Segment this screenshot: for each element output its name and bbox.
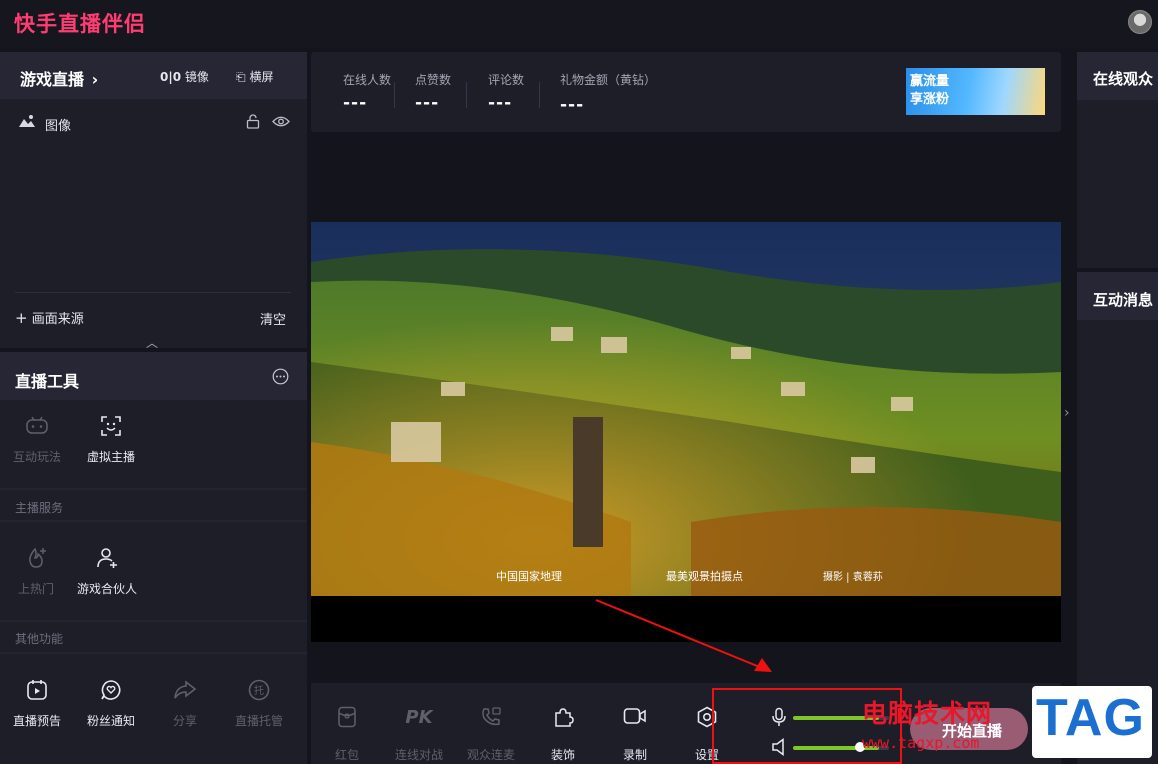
plus-icon: + (15, 309, 28, 327)
stat-value-online: --- (343, 93, 368, 113)
stat-label-likes: 点赞数 (415, 73, 452, 87)
tool-label: 虚拟主播 (86, 450, 135, 464)
avatar[interactable] (1128, 10, 1152, 34)
lock-icon[interactable] (246, 114, 260, 133)
stat-value-gifts: --- (560, 95, 585, 115)
tool-share[interactable]: 分享 (149, 678, 221, 729)
section-divider (0, 620, 307, 622)
section-title-anchor-services: 主播服务 (15, 501, 64, 515)
expand-right-chevron-icon[interactable]: › (1064, 405, 1070, 421)
promo-banner-text: 赢流量 享涨粉 (910, 73, 966, 109)
red-packet-icon (319, 706, 375, 730)
title-bar (0, 0, 1158, 48)
annotation-arrow (590, 596, 780, 680)
mirror-icon: 0|0 (160, 70, 182, 84)
add-source-button[interactable]: + 画面来源 (15, 308, 84, 327)
image-layer-icon (18, 114, 36, 132)
stat-separator (539, 82, 540, 108)
bottom-tool-label: 观众连麦 (466, 748, 515, 762)
chevron-right-icon: › (91, 70, 99, 89)
btn-audience-link[interactable]: 观众连麦 (463, 706, 519, 763)
watermark-url: www.tagxp.com (862, 734, 980, 752)
section-divider (0, 652, 307, 654)
tool-interactive-play[interactable]: 互动玩法 (1, 414, 73, 465)
tool-label: 分享 (172, 714, 197, 728)
tool-label: 上热门 (17, 582, 54, 596)
bottom-tool-label: 红包 (334, 748, 359, 762)
stat-label-comments: 评论数 (488, 73, 525, 87)
stat-value-comments: --- (488, 93, 513, 113)
online-viewers-title: 在线观众 (1093, 70, 1154, 88)
visibility-eye-icon[interactable] (272, 115, 290, 132)
mirror-label: 镜像 (184, 70, 209, 84)
stat-label-gifts: 礼物金额（黄钻） (560, 73, 657, 87)
clear-button[interactable]: 清空 (260, 309, 286, 328)
tool-fan-notice[interactable]: 粉丝通知 (75, 678, 147, 729)
stat-label-online: 在线人数 (343, 73, 392, 87)
credit-left: 中国国家地理 (496, 569, 562, 583)
tool-boost-popular[interactable]: 上热门 (0, 546, 72, 597)
btn-red-packet[interactable]: 红包 (319, 706, 375, 763)
puzzle-icon (535, 706, 591, 730)
stat-separator (466, 82, 467, 108)
watermark-site-name: 电脑技术网 (862, 699, 993, 728)
landscape-button[interactable]: ⎗ 横屏 (236, 68, 273, 85)
credit-mid: 最美观景拍摄点 (666, 569, 743, 583)
tool-live-preview[interactable]: 直播预告 (1, 678, 73, 729)
section-title-other: 其他功能 (15, 632, 64, 646)
live-tools-title: 直播工具 (15, 372, 80, 391)
live-mode-title: 游戏直播 (20, 70, 85, 89)
stat-separator (394, 82, 395, 108)
tool-label: 直播预告 (12, 714, 61, 728)
more-options-icon[interactable] (272, 368, 289, 389)
btn-record[interactable]: 录制 (607, 706, 663, 763)
collapse-chevron-up-icon[interactable]: ︿ (146, 334, 158, 351)
face-scan-icon (75, 414, 147, 440)
heart-chat-icon (75, 678, 147, 704)
interactive-messages-title: 互动消息 (1093, 291, 1154, 309)
fire-plus-icon (0, 546, 72, 572)
live-mode-selector[interactable]: 游戏直播 › (20, 66, 98, 90)
add-source-label: 画面来源 (31, 312, 84, 327)
promo-line-1: 赢流量 (910, 74, 950, 89)
stat-value-likes: --- (415, 93, 440, 113)
calendar-play-icon (1, 678, 73, 704)
hosting-icon: 托 (223, 678, 295, 704)
bottom-tool-label: 录制 (622, 748, 647, 762)
phone-link-icon (463, 706, 519, 730)
video-camera-icon (607, 706, 663, 730)
divider (15, 292, 291, 293)
tool-label: 游戏合伙人 (76, 582, 137, 596)
section-divider (0, 488, 307, 490)
tool-game-partner[interactable]: 游戏合伙人 (71, 546, 143, 597)
tool-label: 粉丝通知 (86, 714, 135, 728)
bottom-tool-label: 连线对战 (394, 748, 443, 762)
tool-virtual-anchor[interactable]: 虚拟主播 (75, 414, 147, 465)
app-logo: 快手直播伴侣 (14, 12, 146, 36)
watermark-tag-text: TAG (1036, 689, 1145, 747)
preview-image: 中国国家地理 最美观景拍摄点 摄影 | 袁蓉荪 (311, 222, 1061, 596)
landscape-label: 横屏 (249, 70, 274, 84)
pk-icon: PK (405, 707, 433, 728)
landscape-icon: ⎗ (236, 70, 246, 84)
tool-live-hosting[interactable]: 托 直播托管 (223, 678, 295, 729)
tool-label: 互动玩法 (12, 450, 61, 464)
gamepad-icon (1, 414, 73, 440)
btn-pk-battle[interactable]: PK 连线对战 (391, 706, 447, 763)
promo-line-2: 享涨粉 (910, 92, 950, 107)
svg-text:托: 托 (254, 684, 264, 697)
bottom-tool-label: 装饰 (550, 748, 575, 762)
section-divider (0, 520, 307, 522)
mirror-button[interactable]: 0|0 镜像 (160, 68, 209, 85)
credit-right: 摄影 | 袁蓉荪 (823, 570, 883, 583)
tool-label: 直播托管 (234, 714, 283, 728)
btn-decorate[interactable]: 装饰 (535, 706, 591, 763)
user-plus-icon (71, 546, 143, 572)
layer-label: 图像 (45, 119, 72, 134)
share-icon (149, 678, 221, 704)
